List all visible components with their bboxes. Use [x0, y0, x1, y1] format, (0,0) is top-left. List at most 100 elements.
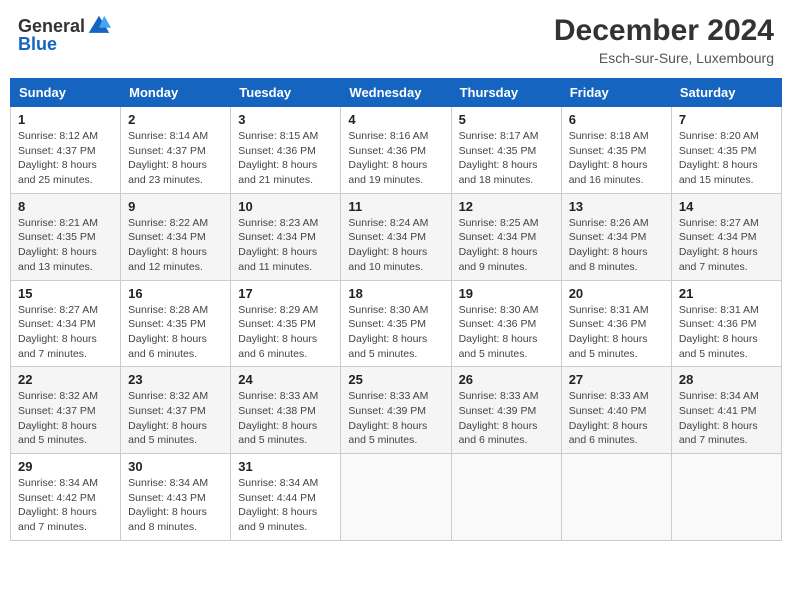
day-number: 20	[569, 286, 664, 301]
day-number: 7	[679, 112, 774, 127]
calendar-day-31: 31Sunrise: 8:34 AMSunset: 4:44 PMDayligh…	[231, 454, 341, 541]
day-number: 24	[238, 372, 333, 387]
calendar-week-5: 29 Sunrise: 8:34 AMSunset: 4:42 PMDayligh…	[11, 454, 782, 541]
weekday-header-tuesday: Tuesday	[231, 79, 341, 107]
calendar-header-row: SundayMondayTuesdayWednesdayThursdayFrid…	[11, 79, 782, 107]
empty-cell	[451, 454, 561, 541]
calendar-day-11: 11Sunrise: 8:24 AMSunset: 4:34 PMDayligh…	[341, 193, 451, 280]
day-info: Sunrise: 8:34 AMSunset: 4:44 PMDaylight:…	[238, 476, 333, 535]
day-info: Sunrise: 8:17 AMSunset: 4:35 PMDaylight:…	[459, 129, 554, 188]
empty-cell	[341, 454, 451, 541]
weekday-header-sunday: Sunday	[11, 79, 121, 107]
day-info: Sunrise: 8:15 AMSunset: 4:36 PMDaylight:…	[238, 129, 333, 188]
day-info: Sunrise: 8:33 AMSunset: 4:40 PMDaylight:…	[569, 389, 664, 448]
day-info: Sunrise: 8:18 AMSunset: 4:35 PMDaylight:…	[569, 129, 664, 188]
calendar-day-29: 29 Sunrise: 8:34 AMSunset: 4:42 PMDayligh…	[11, 454, 121, 541]
calendar-day-8: 8 Sunrise: 8:21 AMSunset: 4:35 PMDaylight…	[11, 193, 121, 280]
day-number: 30	[128, 459, 223, 474]
empty-cell	[671, 454, 781, 541]
day-number: 28	[679, 372, 774, 387]
calendar-day-13: 13 Sunrise: 8:26 AMSunset: 4:34 PMDayligh…	[561, 193, 671, 280]
calendar-day-26: 26Sunrise: 8:33 AMSunset: 4:39 PMDayligh…	[451, 367, 561, 454]
day-info: Sunrise: 8:32 AMSunset: 4:37 PMDaylight:…	[18, 389, 113, 448]
day-number: 21	[679, 286, 774, 301]
day-info: Sunrise: 8:30 AMSunset: 4:36 PMDaylight:…	[459, 303, 554, 362]
calendar-day-10: 10Sunrise: 8:23 AMSunset: 4:34 PMDayligh…	[231, 193, 341, 280]
day-number: 17	[238, 286, 333, 301]
calendar-week-4: 22 Sunrise: 8:32 AMSunset: 4:37 PMDayligh…	[11, 367, 782, 454]
day-info: Sunrise: 8:28 AMSunset: 4:35 PMDaylight:…	[128, 303, 223, 362]
day-number: 14	[679, 199, 774, 214]
calendar-table: SundayMondayTuesdayWednesdayThursdayFrid…	[10, 78, 782, 541]
day-number: 13	[569, 199, 664, 214]
day-number: 15	[18, 286, 113, 301]
logo-icon	[87, 14, 111, 38]
calendar-day-30: 30 Sunrise: 8:34 AMSunset: 4:43 PMDayligh…	[121, 454, 231, 541]
day-number: 18	[348, 286, 443, 301]
calendar-day-4: 4 Sunrise: 8:16 AMSunset: 4:36 PMDaylight…	[341, 107, 451, 194]
day-info: Sunrise: 8:27 AMSunset: 4:34 PMDaylight:…	[18, 303, 113, 362]
calendar-day-12: 12Sunrise: 8:25 AMSunset: 4:34 PMDayligh…	[451, 193, 561, 280]
calendar-day-17: 17Sunrise: 8:29 AMSunset: 4:35 PMDayligh…	[231, 280, 341, 367]
day-number: 27	[569, 372, 664, 387]
day-info: Sunrise: 8:34 AMSunset: 4:41 PMDaylight:…	[679, 389, 774, 448]
calendar-body: 1Sunrise: 8:12 AMSunset: 4:37 PMDaylight…	[11, 107, 782, 541]
calendar-day-7: 7 Sunrise: 8:20 AMSunset: 4:35 PMDaylight…	[671, 107, 781, 194]
day-number: 29	[18, 459, 113, 474]
day-info: Sunrise: 8:34 AMSunset: 4:42 PMDaylight:…	[18, 476, 113, 535]
day-info: Sunrise: 8:25 AMSunset: 4:34 PMDaylight:…	[459, 216, 554, 275]
day-number: 16	[128, 286, 223, 301]
weekday-header-thursday: Thursday	[451, 79, 561, 107]
day-info: Sunrise: 8:16 AMSunset: 4:36 PMDaylight:…	[348, 129, 443, 188]
day-number: 4	[348, 112, 443, 127]
calendar-day-27: 27 Sunrise: 8:33 AMSunset: 4:40 PMDayligh…	[561, 367, 671, 454]
day-info: Sunrise: 8:26 AMSunset: 4:34 PMDaylight:…	[569, 216, 664, 275]
day-number: 22	[18, 372, 113, 387]
day-info: Sunrise: 8:21 AMSunset: 4:35 PMDaylight:…	[18, 216, 113, 275]
empty-cell	[561, 454, 671, 541]
logo-blue-text: Blue	[18, 34, 57, 55]
day-number: 6	[569, 112, 664, 127]
day-info: Sunrise: 8:20 AMSunset: 4:35 PMDaylight:…	[679, 129, 774, 188]
calendar-day-20: 20 Sunrise: 8:31 AMSunset: 4:36 PMDayligh…	[561, 280, 671, 367]
day-info: Sunrise: 8:32 AMSunset: 4:37 PMDaylight:…	[128, 389, 223, 448]
calendar-day-1: 1Sunrise: 8:12 AMSunset: 4:37 PMDaylight…	[11, 107, 121, 194]
calendar-day-14: 14 Sunrise: 8:27 AMSunset: 4:34 PMDayligh…	[671, 193, 781, 280]
calendar-day-19: 19Sunrise: 8:30 AMSunset: 4:36 PMDayligh…	[451, 280, 561, 367]
weekday-header-monday: Monday	[121, 79, 231, 107]
day-info: Sunrise: 8:33 AMSunset: 4:39 PMDaylight:…	[348, 389, 443, 448]
calendar-day-18: 18 Sunrise: 8:30 AMSunset: 4:35 PMDayligh…	[341, 280, 451, 367]
logo: General Blue	[18, 14, 111, 55]
calendar-day-21: 21Sunrise: 8:31 AMSunset: 4:36 PMDayligh…	[671, 280, 781, 367]
calendar-week-3: 15 Sunrise: 8:27 AMSunset: 4:34 PMDayligh…	[11, 280, 782, 367]
weekday-header-friday: Friday	[561, 79, 671, 107]
calendar-week-2: 8 Sunrise: 8:21 AMSunset: 4:35 PMDaylight…	[11, 193, 782, 280]
location-title: Esch-sur-Sure, Luxembourg	[554, 50, 774, 66]
calendar-day-24: 24 Sunrise: 8:33 AMSunset: 4:38 PMDayligh…	[231, 367, 341, 454]
day-info: Sunrise: 8:30 AMSunset: 4:35 PMDaylight:…	[348, 303, 443, 362]
weekday-header-wednesday: Wednesday	[341, 79, 451, 107]
day-info: Sunrise: 8:12 AMSunset: 4:37 PMDaylight:…	[18, 129, 113, 188]
calendar-day-5: 5Sunrise: 8:17 AMSunset: 4:35 PMDaylight…	[451, 107, 561, 194]
day-number: 8	[18, 199, 113, 214]
day-info: Sunrise: 8:27 AMSunset: 4:34 PMDaylight:…	[679, 216, 774, 275]
day-info: Sunrise: 8:22 AMSunset: 4:34 PMDaylight:…	[128, 216, 223, 275]
calendar-day-25: 25Sunrise: 8:33 AMSunset: 4:39 PMDayligh…	[341, 367, 451, 454]
day-info: Sunrise: 8:31 AMSunset: 4:36 PMDaylight:…	[569, 303, 664, 362]
calendar-day-6: 6 Sunrise: 8:18 AMSunset: 4:35 PMDaylight…	[561, 107, 671, 194]
calendar-week-1: 1Sunrise: 8:12 AMSunset: 4:37 PMDaylight…	[11, 107, 782, 194]
day-info: Sunrise: 8:23 AMSunset: 4:34 PMDaylight:…	[238, 216, 333, 275]
month-title: December 2024	[554, 14, 774, 48]
day-number: 9	[128, 199, 223, 214]
calendar-day-22: 22 Sunrise: 8:32 AMSunset: 4:37 PMDayligh…	[11, 367, 121, 454]
calendar-day-16: 16 Sunrise: 8:28 AMSunset: 4:35 PMDayligh…	[121, 280, 231, 367]
day-info: Sunrise: 8:34 AMSunset: 4:43 PMDaylight:…	[128, 476, 223, 535]
calendar-day-3: 3Sunrise: 8:15 AMSunset: 4:36 PMDaylight…	[231, 107, 341, 194]
title-area: December 2024 Esch-sur-Sure, Luxembourg	[554, 14, 774, 66]
calendar-day-9: 9 Sunrise: 8:22 AMSunset: 4:34 PMDaylight…	[121, 193, 231, 280]
day-info: Sunrise: 8:14 AMSunset: 4:37 PMDaylight:…	[128, 129, 223, 188]
calendar-day-28: 28 Sunrise: 8:34 AMSunset: 4:41 PMDayligh…	[671, 367, 781, 454]
day-info: Sunrise: 8:33 AMSunset: 4:38 PMDaylight:…	[238, 389, 333, 448]
day-number: 11	[348, 199, 443, 214]
day-number: 2	[128, 112, 223, 127]
